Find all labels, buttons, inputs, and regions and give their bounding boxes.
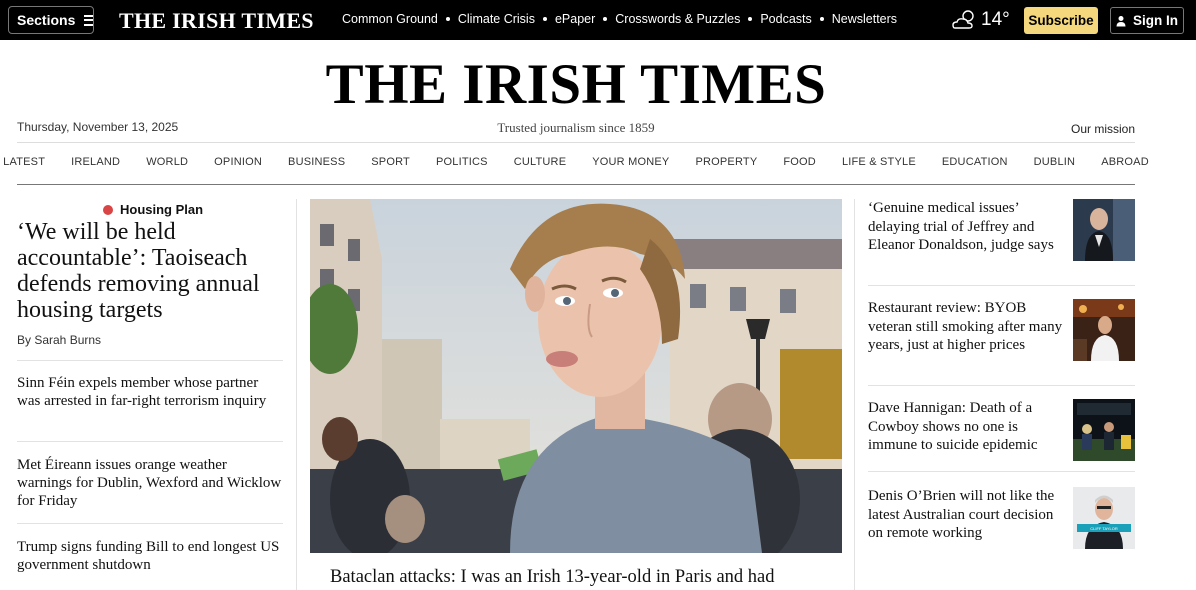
nav-business[interactable]: BUSINESS — [288, 156, 345, 168]
right-story-1-thumbnail[interactable] — [1073, 199, 1135, 261]
nav-culture[interactable]: CULTURE — [514, 156, 567, 168]
left-story-2[interactable]: Met Éireann issues orange weather warnin… — [17, 456, 283, 510]
lead-byline[interactable]: By Sarah Burns — [17, 333, 101, 347]
left-story-3[interactable]: Trump signs funding Bill to end longest … — [17, 538, 283, 574]
right-story-3[interactable]: Dave Hannigan: Death of a Cowboy shows n… — [868, 399, 1064, 455]
user-icon — [1116, 15, 1126, 26]
nav-your-money[interactable]: YOUR MONEY — [592, 156, 669, 168]
toplink-common-ground[interactable]: Common Ground — [342, 12, 438, 26]
toplink-crosswords[interactable]: Crosswords & Puzzles — [615, 12, 740, 26]
lead-headline[interactable]: ‘We will be held accountable’: Taoiseach… — [17, 219, 292, 323]
top-links: Common Ground Climate Crisis ePaper Cros… — [342, 12, 897, 26]
left-story-1[interactable]: Sinn Féin expels member whose partner wa… — [17, 374, 283, 410]
live-dot-icon — [103, 204, 113, 215]
sections-button[interactable]: Sections — [8, 6, 94, 34]
right-story-2[interactable]: Restaurant review: BYOB veteran still sm… — [868, 299, 1064, 355]
sections-label: Sections — [17, 12, 76, 28]
nav-world[interactable]: WORLD — [146, 156, 188, 168]
nav-sport[interactable]: SPORT — [371, 156, 410, 168]
toplink-podcasts[interactable]: Podcasts — [760, 12, 811, 26]
masthead-logo[interactable]: THE IRISH TIMES — [0, 52, 1152, 117]
hamburger-icon — [84, 14, 93, 26]
section-nav: LATEST IRELAND WORLD OPINION BUSINESS SP… — [3, 156, 1148, 168]
divider — [17, 184, 1135, 185]
kicker-label: Housing Plan — [120, 202, 204, 217]
partly-cloudy-icon — [952, 10, 974, 29]
right-story-1[interactable]: ‘Genuine medical issues’ delaying trial … — [868, 199, 1064, 255]
nav-abroad[interactable]: ABROAD — [1101, 156, 1149, 168]
nav-education[interactable]: EDUCATION — [942, 156, 1008, 168]
divider — [868, 471, 1135, 472]
nav-life-style[interactable]: LIFE & STYLE — [842, 156, 916, 168]
subscribe-button[interactable]: Subscribe — [1024, 7, 1098, 34]
right-story-3-thumbnail[interactable] — [1073, 399, 1135, 461]
top-bar: Sections THE IRISH TIMES Common Ground C… — [0, 0, 1196, 40]
hero-headline[interactable]: Bataclan attacks: I was an Irish 13-year… — [330, 567, 850, 588]
nav-dublin[interactable]: DUBLIN — [1034, 156, 1076, 168]
toplink-newsletters[interactable]: Newsletters — [832, 12, 897, 26]
our-mission-link[interactable]: Our mission — [1071, 122, 1135, 136]
right-story-4-thumbnail[interactable]: CLIFF TAYLOR — [1073, 487, 1135, 549]
divider — [868, 385, 1135, 386]
nav-opinion[interactable]: OPINION — [214, 156, 262, 168]
thumbnail-caption: CLIFF TAYLOR — [1090, 526, 1118, 531]
nav-food[interactable]: FOOD — [783, 156, 816, 168]
divider — [17, 142, 1135, 143]
column-divider — [854, 199, 855, 590]
divider — [17, 360, 283, 361]
signin-label: Sign In — [1133, 13, 1178, 28]
lead-kicker[interactable]: Housing Plan — [103, 202, 203, 217]
divider — [17, 523, 283, 524]
signin-button[interactable]: Sign In — [1110, 7, 1184, 34]
toplink-climate-crisis[interactable]: Climate Crisis — [458, 12, 535, 26]
divider — [868, 285, 1135, 286]
column-divider — [296, 199, 297, 590]
right-story-2-thumbnail[interactable] — [1073, 299, 1135, 361]
weather-temp: 14° — [981, 9, 1010, 30]
nav-ireland[interactable]: IRELAND — [71, 156, 120, 168]
nav-latest[interactable]: LATEST — [3, 156, 45, 168]
divider — [17, 441, 283, 442]
right-story-4[interactable]: Denis O’Brien will not like the latest A… — [868, 487, 1064, 543]
nav-politics[interactable]: POLITICS — [436, 156, 488, 168]
top-logo[interactable]: THE IRISH TIMES — [119, 8, 314, 34]
toplink-epaper[interactable]: ePaper — [555, 12, 595, 26]
hero-image[interactable] — [310, 199, 842, 553]
nav-property[interactable]: PROPERTY — [695, 156, 757, 168]
tagline: Trusted journalism since 1859 — [497, 120, 655, 135]
weather-widget[interactable]: 14° — [951, 8, 1010, 32]
